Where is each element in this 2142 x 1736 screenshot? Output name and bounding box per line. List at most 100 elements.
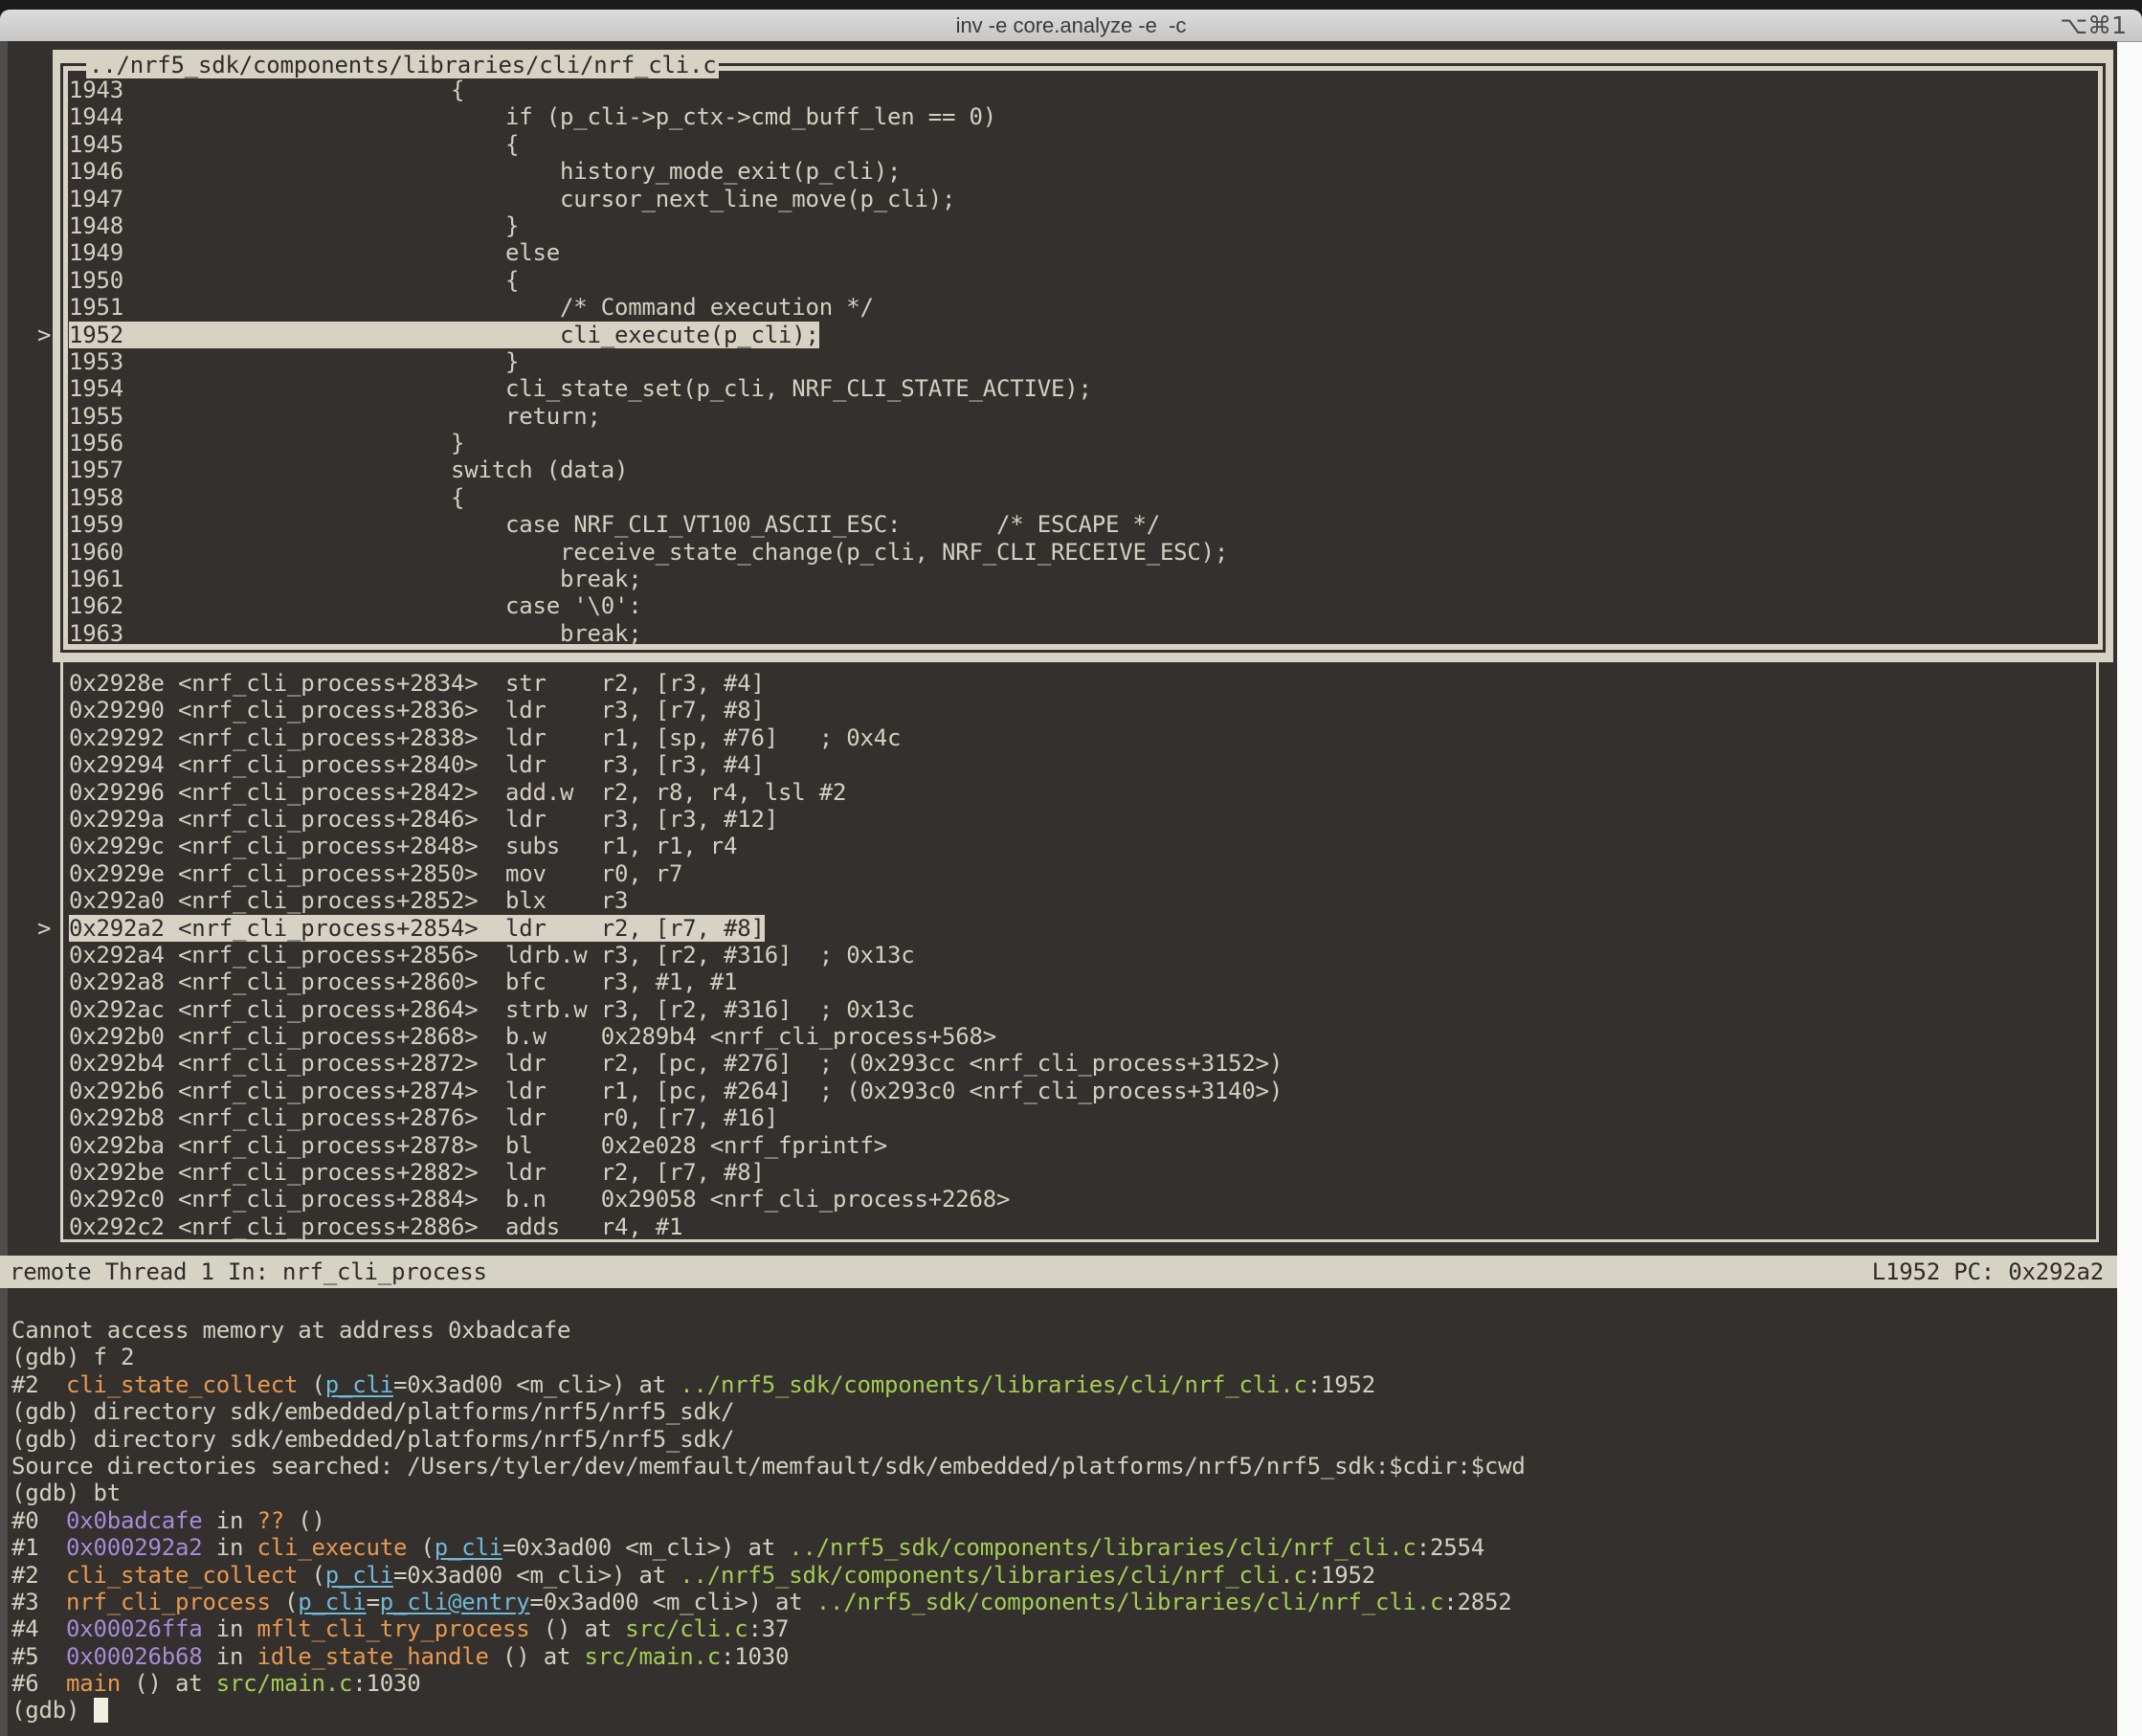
- source-line: 1945 {: [69, 131, 2098, 158]
- terminal[interactable]: ../nrf5_sdk/components/libraries/cli/nrf…: [0, 41, 2117, 1736]
- console-text-segment: cli_state_collect: [66, 1562, 298, 1589]
- console-line: #3 nrf_cli_process (p_cli=p_cli@entry=0x…: [11, 1589, 2108, 1615]
- console-text-segment: mflt_cli_try_process: [257, 1615, 530, 1642]
- window-shortcut-badge: ⌥⌘1: [2060, 11, 2127, 39]
- console-text-segment: () at: [121, 1670, 216, 1697]
- console-text-segment: :2554: [1417, 1534, 1484, 1561]
- console-text-segment: () at: [530, 1615, 626, 1642]
- console-text-segment: in: [203, 1507, 257, 1534]
- console-text-segment: src/main.c: [585, 1643, 722, 1670]
- asm-line: 0x2929c <nrf_cli_process+2848> subs r1, …: [69, 833, 2096, 859]
- console-text-segment: 0x0badcafe: [66, 1507, 203, 1534]
- console-text-segment: Source directories searched: /Users/tyle…: [11, 1453, 1526, 1480]
- source-line: 1950 {: [69, 267, 2098, 294]
- console-text-segment: cli_execute: [257, 1534, 408, 1561]
- source-line: 1953 }: [69, 348, 2098, 375]
- source-line: 1960 receive_state_change(p_cli, NRF_CLI…: [69, 539, 2098, 566]
- console-text-segment: ../nrf5_sdk/components/libraries/cli/nrf…: [680, 1562, 1306, 1589]
- console-text-segment: (: [298, 1562, 325, 1589]
- asm-line: 0x292ac <nrf_cli_process+2864> strb.w r3…: [69, 996, 2096, 1023]
- console-text-segment: p_cli: [298, 1589, 366, 1615]
- console-text-segment: ../nrf5_sdk/components/libraries/cli/nrf…: [680, 1371, 1306, 1398]
- source-line: 1957 switch (data): [69, 456, 2098, 483]
- asm-line: 0x292a8 <nrf_cli_process+2860> bfc r3, #…: [69, 968, 2096, 995]
- asm-line: 0x2928e <nrf_cli_process+2834> str r2, […: [69, 670, 2096, 697]
- console-text-segment: 0x000292a2: [66, 1534, 203, 1561]
- asm-line: 0x292b8 <nrf_cli_process+2876> ldr r0, […: [69, 1104, 2096, 1131]
- console-line: #6 main () at src/main.c:1030: [11, 1670, 2108, 1697]
- console-line: #2 cli_state_collect (p_cli=0x3ad00 <m_c…: [11, 1371, 2108, 1398]
- asm-line: 0x292c2 <nrf_cli_process+2886> adds r4, …: [69, 1213, 2096, 1240]
- asm-line: 0x2929a <nrf_cli_process+2846> ldr r3, […: [69, 806, 2096, 833]
- asm-line: 0x29292 <nrf_cli_process+2838> ldr r1, […: [69, 724, 2096, 751]
- window-title: inv -e core.analyze -e -c: [956, 13, 1187, 38]
- console-text-segment: =0x3ad00 <m_cli>) at: [502, 1534, 789, 1561]
- console-text-segment: cli_state_collect: [66, 1371, 298, 1398]
- console-line: Source directories searched: /Users/tyle…: [11, 1453, 2108, 1480]
- console-text-segment: =: [367, 1589, 380, 1615]
- console-line: Cannot access memory at address 0xbadcaf…: [11, 1317, 2108, 1344]
- gdb-console[interactable]: Cannot access memory at address 0xbadcaf…: [11, 1317, 2108, 1725]
- asm-current-line-marker: >: [37, 915, 51, 942]
- asm-line: 0x29296 <nrf_cli_process+2842> add.w r2,…: [69, 779, 2096, 806]
- source-line: 1944 if (p_cli->p_ctx->cmd_buff_len == 0…: [69, 103, 2098, 130]
- source-line: 1951 /* Command execution */: [69, 294, 2098, 321]
- console-text-segment: p_cli@entry: [380, 1589, 530, 1615]
- source-line: 1947 cursor_next_line_move(p_cli);: [69, 186, 2098, 212]
- source-window-body: 1943 {1944 if (p_cli->p_ctx->cmd_buff_le…: [68, 71, 2098, 644]
- console-line: #4 0x00026ffa in mflt_cli_try_process ()…: [11, 1615, 2108, 1642]
- console-text-segment: ../nrf5_sdk/components/libraries/cli/nrf…: [816, 1589, 1443, 1615]
- console-text-segment: (gdb): [11, 1697, 94, 1724]
- console-text-segment: (gdb) bt: [11, 1480, 121, 1506]
- console-text-segment: (: [298, 1371, 325, 1398]
- status-line-pc-info: L1952 PC: 0x292a2: [1872, 1258, 2104, 1285]
- console-line: (gdb) directory sdk/embedded/platforms/n…: [11, 1398, 2108, 1425]
- gdb-prompt-line[interactable]: (gdb): [11, 1697, 2108, 1724]
- console-text-segment: p_cli: [325, 1371, 393, 1398]
- source-line: 1962 case '\0':: [69, 592, 2098, 619]
- source-line: 1946 history_mode_exit(p_cli);: [69, 158, 2098, 185]
- console-text-segment: () at: [489, 1643, 585, 1670]
- asm-line: 0x292ba <nrf_cli_process+2878> bl 0x2e02…: [69, 1132, 2096, 1159]
- console-text-segment: src/cli.c: [625, 1615, 747, 1642]
- console-text-segment: ??: [257, 1507, 285, 1534]
- disassembly-window: 0x2928e <nrf_cli_process+2834> str r2, […: [60, 662, 2099, 1242]
- source-code-listing: 1943 {1944 if (p_cli->p_ctx->cmd_buff_le…: [69, 77, 2098, 644]
- console-text-segment: :1030: [352, 1670, 420, 1697]
- console-text-segment: in: [203, 1643, 257, 1670]
- asm-current-instruction: 0x292a2 <nrf_cli_process+2854> ldr r2, […: [69, 915, 765, 942]
- source-current-line-marker: >: [37, 322, 51, 348]
- console-text-segment: (gdb) f 2: [11, 1344, 134, 1370]
- console-text-segment: #1: [11, 1534, 66, 1561]
- source-line: 1955 return;: [69, 403, 2098, 430]
- asm-line: 0x292a0 <nrf_cli_process+2852> blx r3: [69, 887, 2096, 914]
- console-text-segment: Cannot access memory at address 0xbadcaf…: [11, 1317, 570, 1344]
- console-text-segment: in: [203, 1534, 257, 1561]
- window-titlebar[interactable]: inv -e core.analyze -e -c ⌥⌘1: [0, 10, 2142, 42]
- console-text-segment: in: [203, 1615, 257, 1642]
- console-line: (gdb) directory sdk/embedded/platforms/n…: [11, 1426, 2108, 1453]
- asm-line: 0x292b6 <nrf_cli_process+2874> ldr r1, […: [69, 1078, 2096, 1104]
- console-text-segment: =0x3ad00 <m_cli>) at: [393, 1562, 680, 1589]
- console-text-segment: (: [271, 1589, 299, 1615]
- source-current-line: 1952 cli_execute(p_cli);: [69, 322, 819, 348]
- asm-line: 0x292b0 <nrf_cli_process+2868> b.w 0x289…: [69, 1023, 2096, 1050]
- console-text-segment: (gdb) directory sdk/embedded/platforms/n…: [11, 1426, 734, 1453]
- source-window-title: ../nrf5_sdk/components/libraries/cli/nrf…: [86, 52, 719, 78]
- console-text-segment: =0x3ad00 <m_cli>) at: [393, 1371, 680, 1398]
- status-thread-info: remote Thread 1 In: nrf_cli_process: [10, 1258, 487, 1285]
- asm-line: 0x292a2 <nrf_cli_process+2854> ldr r2, […: [69, 915, 2096, 942]
- console-text-segment: 0x00026b68: [66, 1643, 203, 1670]
- console-text-segment: ../nrf5_sdk/components/libraries/cli/nrf…: [789, 1534, 1416, 1561]
- console-line: (gdb) f 2: [11, 1344, 2108, 1370]
- terminal-cursor[interactable]: [94, 1698, 108, 1723]
- console-line: #1 0x000292a2 in cli_execute (p_cli=0x3a…: [11, 1534, 2108, 1561]
- console-text-segment: :2852: [1443, 1589, 1511, 1615]
- console-text-segment: (): [284, 1507, 325, 1534]
- console-text-segment: #6: [11, 1670, 66, 1697]
- asm-line: 0x29290 <nrf_cli_process+2836> ldr r3, […: [69, 697, 2096, 723]
- source-line: 1961 break;: [69, 566, 2098, 592]
- source-line: 1948 }: [69, 212, 2098, 239]
- disassembly-listing: 0x2928e <nrf_cli_process+2834> str r2, […: [69, 670, 2096, 1240]
- source-line: 1943 {: [69, 77, 2098, 103]
